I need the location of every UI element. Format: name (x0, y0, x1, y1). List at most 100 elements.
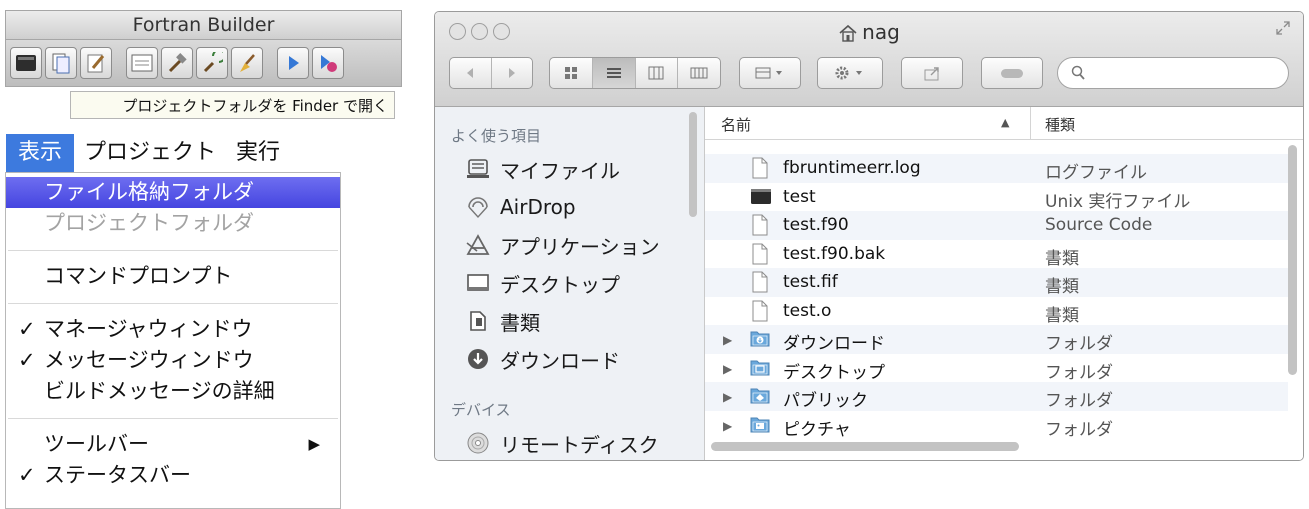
window-icon[interactable] (126, 47, 158, 79)
menu-item-label: マネージャウィンドウ (44, 317, 253, 341)
remote-disc-icon (465, 430, 491, 456)
menu-item-10[interactable]: ✓ ステータスバー (6, 460, 340, 491)
documents-icon[interactable] (45, 47, 77, 79)
tags-button[interactable] (981, 57, 1043, 89)
search-box[interactable] (1057, 57, 1289, 89)
executable-icon (750, 186, 771, 208)
menu-item-9[interactable]: ツールバー ▶ (6, 429, 340, 460)
view-menu-dropdown: ファイル格納フォルダ プロジェクトフォルダコマンドプロンプト ✓ マネージャウィンドウ… (5, 172, 341, 509)
run-debug-icon[interactable] (312, 47, 344, 79)
vertical-scrollbar[interactable] (1288, 145, 1297, 375)
disclosure-triangle-icon[interactable]: ▶ (723, 362, 732, 376)
sort-ascending-icon: ▲ (1001, 116, 1010, 129)
file-row-folder[interactable]: ▶ パブリック フォルダ (705, 382, 1288, 411)
file-row-folder[interactable]: ▶ ピクチャ フォルダ (705, 411, 1288, 440)
sidebar-item-desktop[interactable]: デスクトップ (465, 267, 620, 299)
file-row-folder[interactable]: ▶ デスクトップ フォルダ (705, 354, 1288, 383)
sidebar-item-documents[interactable]: 書類 (465, 305, 540, 337)
desktop-icon (465, 270, 491, 296)
sidebar-item-label: AirDrop (500, 195, 576, 219)
forward-button[interactable] (492, 58, 533, 88)
file-name: デスクトップ (783, 362, 885, 383)
finder-titlebar: nag (435, 12, 1303, 107)
fortran-builder-window: Fortran Builder プロジェクトフォルダを Finder で開く (5, 10, 402, 122)
action-button[interactable] (817, 57, 883, 89)
menu-item-label: ステータスバー (44, 463, 191, 487)
sidebar-item-label: 書類 (500, 310, 540, 335)
forward-icon (508, 68, 515, 78)
menubar-item-1[interactable]: プロジェクト (74, 134, 226, 172)
file-kind: フォルダ (1045, 391, 1113, 411)
disclosure-triangle-icon[interactable]: ▶ (723, 419, 732, 433)
sidebar-item-remote-disc[interactable]: リモートディスク (465, 427, 659, 459)
build-tools-icon[interactable] (196, 47, 228, 79)
fortran-builder-toolbar (5, 39, 402, 87)
document-icon (750, 271, 770, 293)
column-divider[interactable] (1030, 107, 1031, 139)
list-header: 名前 ▲ 種類 (705, 107, 1303, 140)
hammer-icon[interactable] (161, 47, 193, 79)
document-icon (750, 157, 770, 179)
menu-item-6[interactable]: ✓ メッセージウィンドウ (6, 345, 340, 376)
airdrop-icon (465, 194, 491, 220)
list-view-button[interactable] (592, 58, 636, 88)
file-kind: フォルダ (1045, 334, 1113, 354)
file-row-file[interactable]: test.fif 書類 (705, 268, 1288, 297)
menu-item-label: ビルドメッセージの詳細 (44, 379, 275, 403)
broom-icon[interactable] (231, 47, 263, 79)
terminal-icon[interactable] (10, 47, 42, 79)
window-title: nag (435, 20, 1303, 44)
file-row-file[interactable]: test.o 書類 (705, 297, 1288, 326)
sidebar-scrollbar[interactable] (689, 112, 697, 217)
settings-icon[interactable] (80, 47, 112, 79)
devices-heading: デバイス (451, 401, 511, 419)
sidebar-item-applications[interactable]: アプリケーション (465, 229, 660, 261)
column-header-name[interactable]: 名前 (721, 114, 751, 135)
file-row-file[interactable]: test.f90 Source Code (705, 211, 1288, 240)
icon-view-button[interactable] (550, 58, 593, 88)
coverflow-view-button[interactable] (678, 58, 720, 88)
menu-item-5[interactable]: ✓ マネージャウィンドウ (6, 314, 340, 345)
file-kind: ログファイル (1045, 163, 1147, 183)
search-input[interactable] (1090, 62, 1284, 86)
file-name: ダウンロード (783, 334, 885, 354)
file-row-file[interactable]: test.f90.bak 書類 (705, 240, 1288, 269)
file-row-file[interactable]: fbruntimeerr.log ログファイル (705, 154, 1288, 183)
back-button[interactable] (450, 58, 492, 88)
file-kind: Source Code (1045, 215, 1153, 235)
menubar-item-0[interactable]: 表示 (6, 134, 75, 172)
file-kind: 書類 (1045, 248, 1079, 269)
my-files-icon (465, 156, 491, 182)
menu-item-label: ファイル格納フォルダ (44, 180, 254, 204)
disclosure-triangle-icon[interactable]: ▶ (723, 390, 732, 404)
documents-icon (465, 308, 491, 334)
sidebar-item-airdrop[interactable]: AirDrop (465, 191, 576, 223)
column-view-icon (648, 66, 664, 80)
sidebar-item-my-files[interactable]: マイファイル (465, 153, 620, 185)
menu-item-0[interactable]: ファイル格納フォルダ (6, 177, 340, 208)
column-view-button[interactable] (636, 58, 679, 88)
menu-separator (8, 250, 338, 251)
file-row-folder[interactable]: ▶ ダウンロード フォルダ (705, 325, 1288, 354)
menu-item-label: プロジェクトフォルダ (44, 211, 254, 235)
share-button[interactable] (901, 57, 963, 89)
file-name: test.f90.bak (783, 243, 886, 264)
file-name: test.f90 (783, 215, 849, 235)
checkmark-icon: ✓ (18, 317, 36, 341)
menu-item-7[interactable]: ビルドメッセージの詳細 (6, 376, 340, 407)
disclosure-triangle-icon[interactable]: ▶ (723, 333, 732, 347)
column-header-kind[interactable]: 種類 (1045, 114, 1075, 135)
sidebar-item-downloads[interactable]: ダウンロード (465, 343, 620, 375)
fullscreen-icon[interactable] (1275, 20, 1291, 36)
document-icon (750, 243, 770, 265)
file-row-exec[interactable]: test Unix 実行ファイル (705, 183, 1288, 212)
menubar-item-2[interactable]: 実行 (226, 134, 290, 172)
run-icon[interactable] (277, 47, 309, 79)
arrange-button[interactable] (739, 57, 801, 89)
submenu-arrow-icon: ▶ (308, 435, 320, 453)
folder-icon (750, 414, 770, 436)
horizontal-scrollbar[interactable] (711, 442, 1019, 451)
view-mode-control (549, 57, 721, 89)
icon-view-icon (564, 67, 577, 79)
menu-item-3[interactable]: コマンドプロンプト (6, 261, 340, 292)
